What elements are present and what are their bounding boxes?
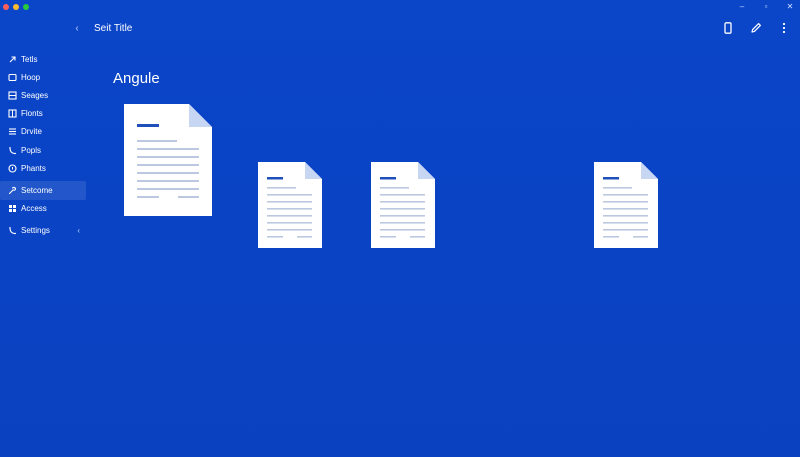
sidebar-item-label: Drvite — [21, 127, 42, 137]
phone-icon — [7, 145, 17, 155]
sidebar-item-label: Settings — [21, 226, 50, 236]
close-window-button[interactable] — [3, 4, 9, 10]
sidebar-item-label: Hoop — [21, 72, 41, 82]
sidebar-item-phants[interactable]: Phants — [0, 159, 86, 177]
tools-icon — [7, 185, 17, 195]
minimize-icon[interactable]: – — [738, 2, 746, 11]
window-title: Seit Title — [94, 23, 133, 34]
sidebar-item-access[interactable]: Access — [0, 200, 86, 218]
grid-icon — [7, 90, 17, 100]
document-icon[interactable] — [593, 161, 659, 249]
sidebar-item-settings[interactable]: Settings ‹ — [0, 222, 86, 240]
sidebar-item-drvite[interactable]: Drvite — [0, 123, 86, 141]
sidebar-item-label: Seages — [21, 90, 49, 100]
minimize-window-button[interactable] — [13, 4, 19, 10]
sidebar: Tetls Hoop Seages Flonts Drvite Popls Ph… — [0, 50, 86, 240]
zoom-window-button[interactable] — [23, 4, 29, 10]
chevron-left-icon[interactable]: ‹ — [77, 226, 80, 235]
sidebar-item-setcome[interactable]: Setcome — [0, 181, 86, 200]
page-title: Angule — [113, 70, 160, 87]
sidebar-item-label: Flonts — [21, 109, 43, 119]
more-vertical-icon[interactable] — [778, 21, 790, 35]
phone-icon — [7, 226, 17, 236]
list-icon — [7, 127, 17, 137]
edit-icon[interactable] — [750, 21, 762, 35]
image-icon — [7, 72, 17, 82]
sidebar-item-popls[interactable]: Popls — [0, 141, 86, 159]
sidebar-item-label: Popls — [21, 145, 42, 155]
maximize-icon[interactable]: ▫ — [762, 2, 770, 11]
sidebar-item-label: Access — [21, 204, 47, 214]
sidebar-item-label: Setcome — [21, 185, 53, 195]
chevron-left-icon[interactable]: ‹ — [72, 23, 82, 34]
help-circle-icon — [7, 163, 17, 173]
sidebar-item-label: Tetls — [21, 54, 38, 64]
top-bar: ‹ Seit Title — [0, 18, 800, 42]
close-icon[interactable]: ✕ — [786, 2, 794, 11]
topbar-actions — [722, 21, 790, 35]
phone-icon[interactable] — [722, 21, 734, 35]
document-icon[interactable] — [257, 161, 323, 249]
sidebar-item-hoop[interactable]: Hoop — [0, 68, 86, 86]
document-icon[interactable] — [123, 103, 213, 217]
sidebar-item-flonts[interactable]: Flonts — [0, 105, 86, 123]
sidebar-item-tetls[interactable]: Tetls — [0, 50, 86, 68]
apps-icon — [7, 204, 17, 214]
window-traffic-lights — [3, 4, 29, 10]
sidebar-item-seages[interactable]: Seages — [0, 86, 86, 104]
layout-icon — [7, 109, 17, 119]
app-window: – ▫ ✕ ‹ Seit Title Tetls Hoop Seages Flo… — [0, 0, 800, 457]
sidebar-item-label: Phants — [21, 163, 46, 173]
arrow-icon — [7, 54, 17, 64]
document-icon[interactable] — [370, 161, 436, 249]
window-controls: – ▫ ✕ — [738, 2, 794, 11]
